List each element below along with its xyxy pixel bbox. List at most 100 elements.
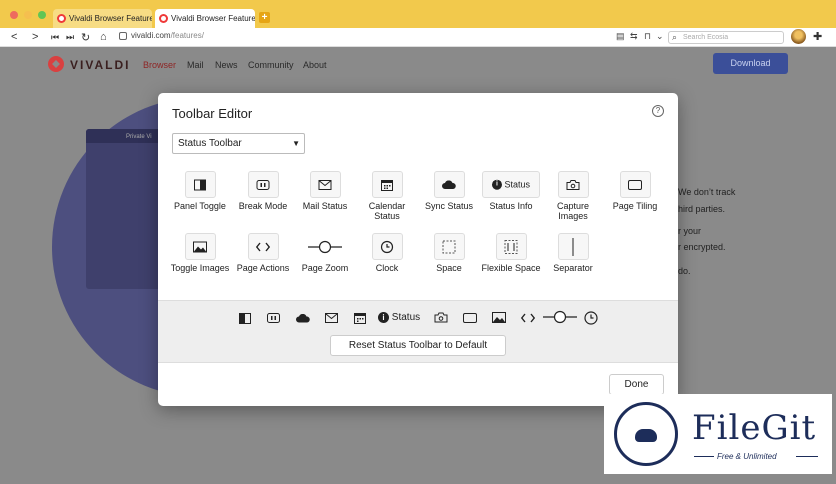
extensions-icon[interactable]: ✚: [813, 30, 822, 43]
dialog-title: Toolbar Editor: [172, 106, 253, 121]
status-info-preview[interactable]: i Status: [378, 312, 420, 323]
status-tile-text: Status: [504, 179, 531, 190]
image-icon[interactable]: [492, 312, 506, 323]
item-page-actions[interactable]: Page Actions: [231, 233, 295, 273]
item-space[interactable]: Space: [417, 233, 481, 273]
clock-icon: [380, 240, 394, 253]
tile: [495, 233, 527, 260]
url-field[interactable]: vivaldi.com/features/: [131, 31, 204, 40]
tab-1-label: Vivaldi Browser Features |: [69, 14, 152, 23]
forward-icon[interactable]: >: [32, 31, 38, 43]
reload-icon[interactable]: ↻: [81, 31, 90, 44]
zoom-slider-icon[interactable]: [542, 310, 578, 324]
item-toggle-images[interactable]: Toggle Images: [168, 233, 232, 273]
watermark-rule: [796, 456, 818, 457]
url-domain: vivaldi.com: [131, 31, 171, 40]
tile: i Status: [482, 171, 540, 198]
item-label: Break Mode: [238, 201, 288, 211]
toolbar-editor-dialog: Toolbar Editor ? Status Toolbar ▼ Panel …: [158, 93, 678, 406]
mini-browser-tabbar: Private Vi: [86, 129, 166, 143]
code-icon: [256, 242, 270, 251]
lock-icon[interactable]: [119, 32, 127, 40]
item-mail-status[interactable]: Mail Status: [293, 171, 357, 211]
reset-toolbar-button[interactable]: Reset Status Toolbar to Default: [330, 335, 506, 356]
item-page-zoom[interactable]: Page Zoom: [293, 233, 357, 273]
back-icon[interactable]: <: [11, 31, 17, 43]
capture-icon[interactable]: [434, 312, 448, 323]
item-sync-status[interactable]: Sync Status: [417, 171, 481, 211]
close-window-icon[interactable]: [10, 11, 18, 19]
reader-view-icon[interactable]: ▤: [616, 31, 625, 42]
tile: [247, 171, 279, 198]
item-calendar-status[interactable]: Calendar Status: [355, 171, 419, 221]
item-flexible-space[interactable]: Flexible Space: [479, 233, 543, 273]
item-break-mode[interactable]: Break Mode: [231, 171, 295, 211]
status-info-tile-content: i Status: [491, 179, 531, 190]
home-icon[interactable]: ⌂: [100, 31, 107, 43]
clock-icon[interactable]: [584, 311, 598, 325]
item-capture-images[interactable]: Capture Images: [541, 171, 605, 221]
tile: [371, 233, 403, 260]
info-icon: i: [491, 179, 502, 190]
tab-1[interactable]: Vivaldi Browser Features |: [53, 9, 152, 28]
tab-2-active[interactable]: Vivaldi Browser Features |: [155, 9, 255, 28]
break-mode-icon[interactable]: [267, 313, 280, 323]
body-text-line: r your: [678, 226, 702, 236]
vivaldi-tab-icon: [57, 14, 66, 23]
maximize-window-icon[interactable]: [38, 11, 46, 19]
code-icon[interactable]: [521, 313, 535, 323]
item-status-info[interactable]: i Status Status Info: [479, 171, 543, 211]
item-panel-toggle[interactable]: Panel Toggle: [168, 171, 232, 211]
body-text-line: We don’t track: [678, 187, 736, 197]
dropdown-icon[interactable]: ⌄: [656, 31, 664, 42]
nav-browser[interactable]: Browser: [143, 60, 176, 70]
nav-community[interactable]: Community: [248, 60, 294, 70]
vivaldi-logo-icon: [48, 56, 64, 72]
cloud-icon[interactable]: [296, 314, 310, 323]
tile: [184, 171, 216, 198]
calendar-icon: [381, 179, 393, 191]
tile: [433, 233, 465, 260]
page-tiling-icon[interactable]: [463, 313, 477, 323]
search-input[interactable]: Search Ecosia: [668, 31, 784, 44]
calendar-icon[interactable]: [354, 312, 366, 324]
profile-avatar[interactable]: [791, 29, 806, 44]
sync-icon[interactable]: ⇆: [630, 31, 638, 42]
help-icon[interactable]: ?: [652, 105, 664, 117]
done-button[interactable]: Done: [609, 374, 664, 395]
item-separator[interactable]: Separator: [541, 233, 605, 273]
window-titlebar: Vivaldi Browser Features | Vivaldi Brows…: [0, 0, 836, 28]
item-label: Page Zoom: [301, 263, 349, 273]
mini-browser-illustration: Private Vi: [86, 129, 166, 289]
nav-about[interactable]: About: [303, 60, 327, 70]
body-text-line: r encrypted.: [678, 242, 726, 252]
body-text-line: hird parties.: [678, 204, 726, 214]
download-button[interactable]: Download: [713, 53, 788, 74]
nav-news[interactable]: News: [215, 60, 238, 70]
page-tiling-icon: [628, 179, 642, 190]
item-label: Mail Status: [302, 201, 348, 211]
url-path: /features/: [170, 31, 204, 40]
bookmark-icon[interactable]: ⊓: [644, 31, 651, 42]
item-page-tiling[interactable]: Page Tiling: [603, 171, 667, 211]
flexible-space-icon: [504, 239, 518, 254]
minimize-window-icon[interactable]: [24, 11, 32, 19]
nav-mail[interactable]: Mail: [187, 60, 204, 70]
item-label: Page Actions: [236, 263, 290, 273]
tile: [619, 171, 651, 198]
fast-forward-icon[interactable]: ⏭: [66, 32, 74, 43]
item-label: Toggle Images: [170, 263, 230, 273]
new-tab-button[interactable]: +: [259, 12, 270, 23]
capture-icon: [566, 179, 580, 190]
tile: [184, 233, 216, 260]
rewind-icon[interactable]: ⏮: [51, 32, 59, 43]
mini-tab-label: Private Vi: [126, 134, 152, 140]
tile: [557, 233, 589, 260]
item-clock[interactable]: Clock: [355, 233, 419, 273]
toolbar-select[interactable]: Status Toolbar ▼: [172, 133, 305, 154]
panel-toggle-icon[interactable]: [239, 313, 251, 324]
status-preview-text: Status: [391, 312, 421, 323]
mail-icon[interactable]: [325, 313, 338, 323]
item-label: Flexible Space: [481, 263, 541, 273]
tile: [433, 171, 465, 198]
